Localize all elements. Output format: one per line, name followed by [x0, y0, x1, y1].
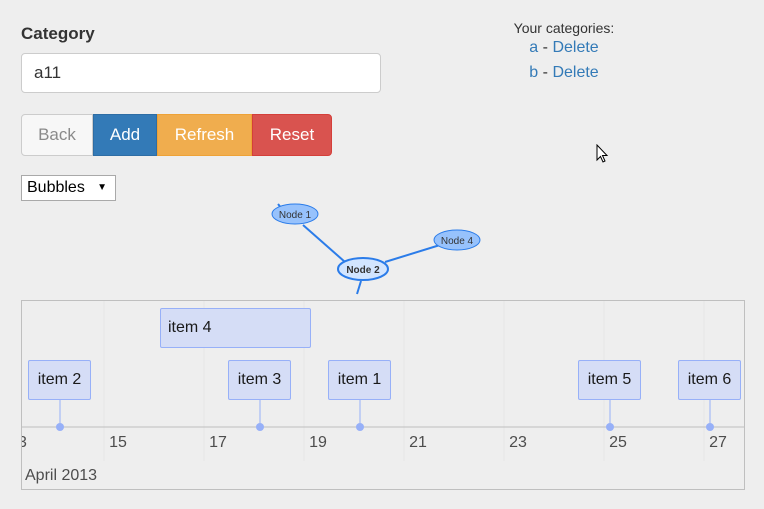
add-button[interactable]: Add: [93, 114, 157, 156]
node-label: Node 2: [346, 265, 380, 276]
axis-tick-label: 21: [409, 434, 427, 451]
graph-node[interactable]: Node 1: [271, 203, 319, 225]
timeline-item[interactable]: item 3: [228, 360, 291, 400]
category-separator: -: [542, 39, 548, 56]
edge-stub: [356, 280, 362, 295]
category-label: Category: [21, 24, 95, 43]
timeline-item[interactable]: item 6: [678, 360, 741, 400]
refresh-button[interactable]: Refresh: [157, 114, 252, 156]
edge-node1-node2: [302, 224, 346, 263]
timeline[interactable]: item 4 item 2 item 3 item 1 item 5 item …: [21, 300, 745, 490]
category-row-a: a - Delete: [500, 39, 628, 57]
node-label: Node 4: [441, 236, 474, 247]
reset-button[interactable]: Reset: [252, 114, 332, 156]
graph-node-selected[interactable]: Node 2: [337, 257, 389, 281]
axis-tick-label: 23: [509, 434, 527, 451]
timeline-item[interactable]: item 1: [328, 360, 391, 400]
category-name[interactable]: b: [529, 64, 538, 81]
graph-node[interactable]: Node 4: [433, 229, 481, 251]
edge-node2-node4: [384, 244, 441, 263]
timeline-item[interactable]: item 4: [160, 308, 311, 348]
timeline-item[interactable]: item 5: [578, 360, 641, 400]
delete-category-link[interactable]: Delete: [552, 39, 598, 56]
back-button[interactable]: Back: [21, 114, 93, 156]
delete-category-link[interactable]: Delete: [552, 64, 598, 81]
timeline-month-label: April 2013: [25, 467, 98, 484]
network-graph[interactable]: Node 1 Node 2 Node 4: [0, 195, 764, 305]
categories-title: Your categories:: [513, 20, 615, 36]
category-separator: -: [542, 64, 548, 81]
timeline-item[interactable]: item 2: [28, 360, 91, 400]
axis-tick-label: 25: [609, 434, 627, 451]
dropdown-arrow-icon: ▼: [97, 182, 107, 193]
category-name[interactable]: a: [529, 39, 538, 56]
axis-tick-label: 27: [709, 434, 727, 451]
category-row-b: b - Delete: [500, 64, 628, 82]
axis-tick-label: 15: [109, 434, 127, 451]
axis-tick-label: 17: [209, 434, 227, 451]
axis-tick-label: 19: [309, 434, 327, 451]
axis-tick-label: 13: [22, 434, 27, 452]
node-label: Node 1: [279, 210, 312, 221]
category-input[interactable]: [21, 53, 381, 93]
mouse-cursor-icon: [596, 144, 609, 163]
